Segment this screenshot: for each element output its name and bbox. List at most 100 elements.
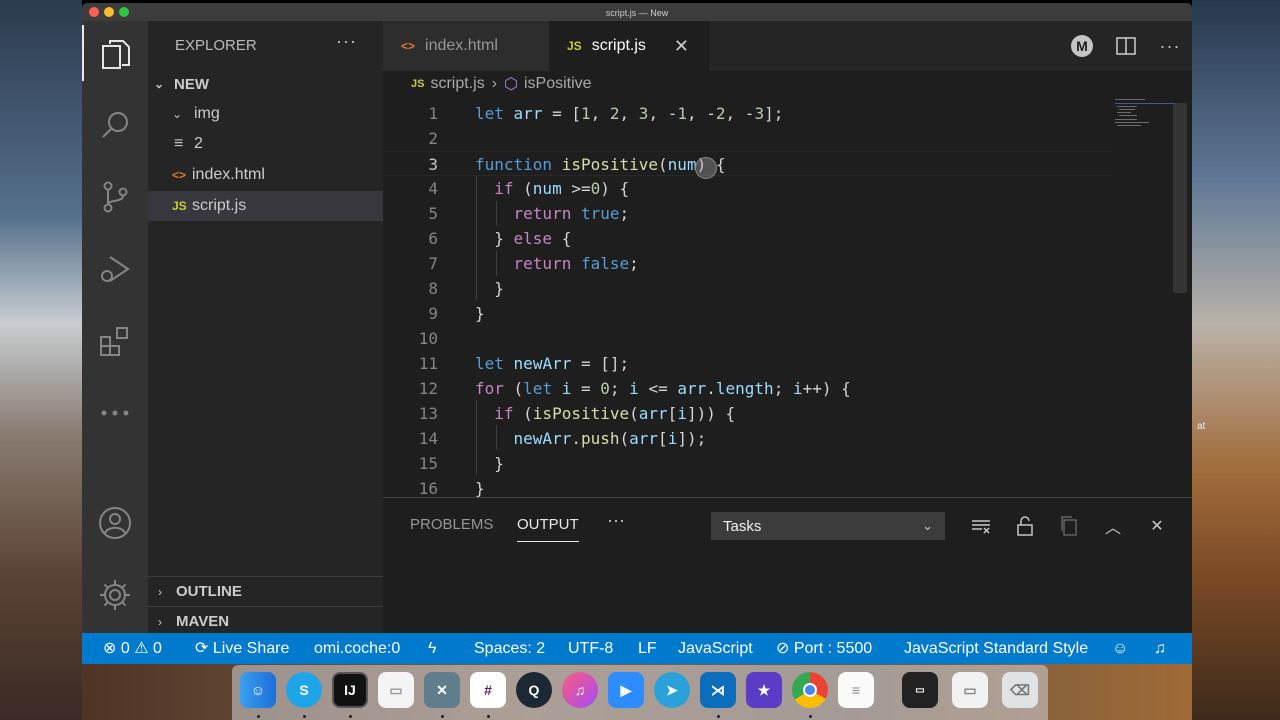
code-line: 4 if (num >=0) { — [383, 176, 1113, 201]
close-tab-icon[interactable]: ✕ — [674, 36, 689, 57]
bottom-panel: PROBLEMS OUTPUT ··· Tasks ⌄ ︿ ✕ — [383, 497, 1192, 633]
title-bar[interactable]: script.js — New — [82, 3, 1192, 21]
workspace-root[interactable]: ⌄ NEW — [148, 69, 383, 99]
more-icon: ··· — [1159, 35, 1181, 56]
imovie-icon[interactable]: ★ — [746, 672, 782, 708]
tree-item-2[interactable]: ≡ 2 — [148, 129, 383, 159]
js-file-icon: JS — [172, 199, 187, 213]
minimize-window-button[interactable] — [104, 7, 114, 17]
vscode-icon[interactable]: ⋊ — [700, 672, 736, 708]
clear-output-button[interactable] — [967, 512, 995, 540]
more-views-button[interactable] — [82, 385, 148, 441]
code-line: 10 — [383, 326, 1113, 351]
line-number: 1 — [428, 104, 438, 123]
tab-output[interactable]: OUTPUT — [517, 516, 579, 542]
live-share-button[interactable]: ⟳ Live Share — [195, 633, 289, 664]
lock-scroll-button[interactable] — [1011, 512, 1039, 540]
quicktime-icon[interactable]: Q — [516, 672, 552, 708]
tab-problems[interactable]: PROBLEMS — [410, 516, 493, 533]
search-button[interactable] — [82, 97, 148, 153]
manage-button[interactable] — [82, 567, 148, 623]
document-icon[interactable]: ▭ — [378, 672, 414, 708]
code-line: 13 if (isPositive(arr[i])) { — [383, 401, 1113, 426]
breadcrumb-symbol[interactable]: isPositive — [524, 75, 592, 93]
language-status[interactable]: JavaScript — [678, 633, 753, 664]
zoom-icon[interactable]: ▶ — [608, 672, 644, 708]
run-debug-icon — [101, 256, 130, 282]
outline-section-header[interactable]: › OUTLINE — [148, 576, 383, 606]
tree-item-index-html[interactable]: <> index.html — [148, 160, 383, 190]
eol-status[interactable]: LF — [638, 633, 657, 664]
window-icon[interactable]: ▭ — [952, 672, 988, 708]
line-number: 13 — [418, 404, 438, 423]
telegram-icon[interactable]: ➤ — [654, 672, 690, 708]
skype-icon[interactable]: S — [286, 672, 322, 708]
tree-item-label: index.html — [192, 166, 265, 183]
notifications-bell-icon[interactable]: ♫ — [1154, 633, 1166, 664]
activity-bar — [82, 21, 148, 633]
status-bar: ⊗ 0 ⚠ 0 ⟳ Live Share omi.coche:0 ϟ Space… — [82, 633, 1192, 664]
open-log-button[interactable] — [1055, 512, 1083, 540]
code-line: 2 — [383, 126, 1113, 151]
lock-icon — [1017, 516, 1033, 536]
minimap[interactable] — [1111, 97, 1175, 137]
zoom-window-button[interactable] — [119, 7, 129, 17]
live-share-icon: ⟳ — [195, 640, 213, 657]
lightning-icon[interactable]: ϟ — [428, 633, 436, 664]
source-control-button[interactable] — [82, 169, 148, 225]
tree-item-script-js[interactable]: JS script.js — [148, 191, 383, 221]
tab-script-js[interactable]: JS script.js ✕ — [549, 21, 709, 71]
maven-section-header[interactable]: › MAVEN — [148, 606, 383, 636]
outline-label: OUTLINE — [176, 583, 242, 600]
run-debug-button[interactable] — [82, 241, 148, 297]
live-server-port[interactable]: ⊘ Port : 5500 — [776, 633, 872, 664]
output-channel-select[interactable]: Tasks ⌄ — [711, 512, 945, 540]
trash-icon[interactable]: ⌫ — [1002, 672, 1038, 708]
line-number: 15 — [418, 454, 438, 473]
code-editor[interactable]: 1 let arr = [1, 2, 3, -1, -2, -3]; 2 3 fun… — [383, 97, 1192, 497]
explorer-more-button[interactable]: ··· — [336, 31, 357, 52]
editor-actions: M ··· — [1060, 21, 1192, 71]
slack-icon[interactable]: # — [470, 672, 506, 708]
tab-label: index.html — [425, 37, 498, 54]
settings-gear-icon — [100, 580, 130, 610]
m-extension-button[interactable]: M — [1060, 24, 1104, 68]
panel-more-button[interactable]: ··· — [607, 510, 625, 531]
account-icon — [99, 507, 131, 539]
desktop-wallpaper-right: at — [1192, 0, 1280, 720]
code-line: 8 } — [383, 276, 1113, 301]
close-window-button[interactable] — [89, 7, 99, 17]
user-status[interactable]: omi.coche:0 — [314, 633, 400, 664]
chevron-up-icon: ︿ — [1104, 520, 1121, 537]
notes-icon[interactable]: ≡ — [838, 672, 874, 708]
output-channel-value: Tasks — [723, 517, 762, 535]
extensions-button[interactable] — [82, 313, 148, 369]
code-line: 5 return true; — [383, 201, 1113, 226]
editor-scrollbar[interactable] — [1173, 103, 1187, 293]
itunes-icon[interactable]: ♫ — [562, 672, 598, 708]
tree-item-img[interactable]: ⌄ img — [148, 99, 383, 129]
explorer-button[interactable] — [82, 25, 148, 81]
tree-item-label: script.js — [192, 197, 247, 214]
screen-icon[interactable]: ▭ — [902, 672, 938, 708]
finder-icon[interactable]: ☺ — [240, 672, 276, 708]
encoding-status[interactable]: UTF-8 — [568, 633, 613, 664]
port-label: Port : 5500 — [793, 640, 873, 657]
xcode-tools-icon[interactable]: ✕ — [424, 672, 460, 708]
feedback-icon[interactable]: ☺ — [1112, 633, 1128, 664]
linter-status[interactable]: JavaScript Standard Style — [904, 633, 1088, 664]
tab-index-html[interactable]: <> index.html — [383, 21, 549, 71]
desktop-label: at — [1197, 421, 1206, 432]
code-line-current: 3 function isPositive(num) { — [383, 151, 1113, 176]
indentation-status[interactable]: Spaces: 2 — [474, 633, 545, 664]
problems-status[interactable]: ⊗ 0 ⚠ 0 — [103, 633, 162, 664]
close-panel-button[interactable]: ✕ — [1143, 512, 1171, 540]
split-editor-button[interactable] — [1104, 24, 1148, 68]
copy-icon — [1061, 516, 1077, 536]
accounts-button[interactable] — [82, 495, 148, 551]
editor-more-button[interactable]: ··· — [1148, 24, 1192, 68]
breadcrumb-file[interactable]: script.js — [430, 75, 484, 93]
chrome-icon[interactable] — [792, 672, 828, 708]
intellij-icon[interactable]: IJ — [332, 672, 368, 708]
maximize-panel-button[interactable]: ︿ — [1099, 512, 1127, 540]
